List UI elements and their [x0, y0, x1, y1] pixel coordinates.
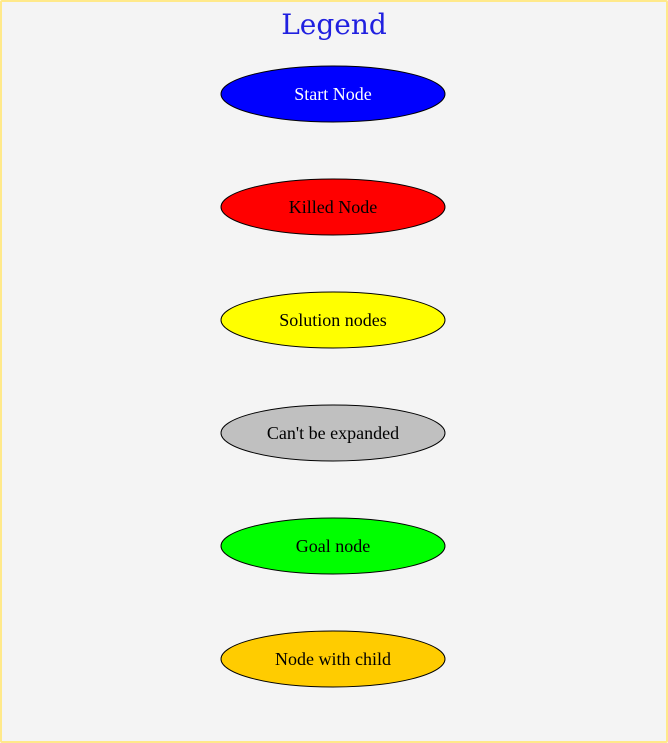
- legend-node-killed-node: Killed Node: [220, 178, 446, 236]
- legend-node-label: Killed Node: [289, 197, 377, 217]
- legend-node-label: Can't be expanded: [267, 423, 399, 443]
- legend-node-label: Solution nodes: [279, 310, 387, 330]
- legend-diagram: Start Node Killed Node Solution nodes Can't…: [220, 65, 446, 688]
- legend-panel: Legend Start Node Killed Node Solution nod…: [0, 0, 668, 743]
- legend-node-label: Goal node: [296, 536, 370, 556]
- legend-node-label: Start Node: [294, 84, 371, 104]
- legend-node-solution-nodes: Solution nodes: [220, 291, 446, 349]
- legend-node-goal-node: Goal node: [220, 517, 446, 575]
- legend-node-can-t-be-expanded: Can't be expanded: [220, 404, 446, 462]
- legend-node-start-node: Start Node: [220, 65, 446, 123]
- legend-node-label: Node with child: [275, 649, 391, 669]
- legend-node-node-with-child: Node with child: [220, 630, 446, 688]
